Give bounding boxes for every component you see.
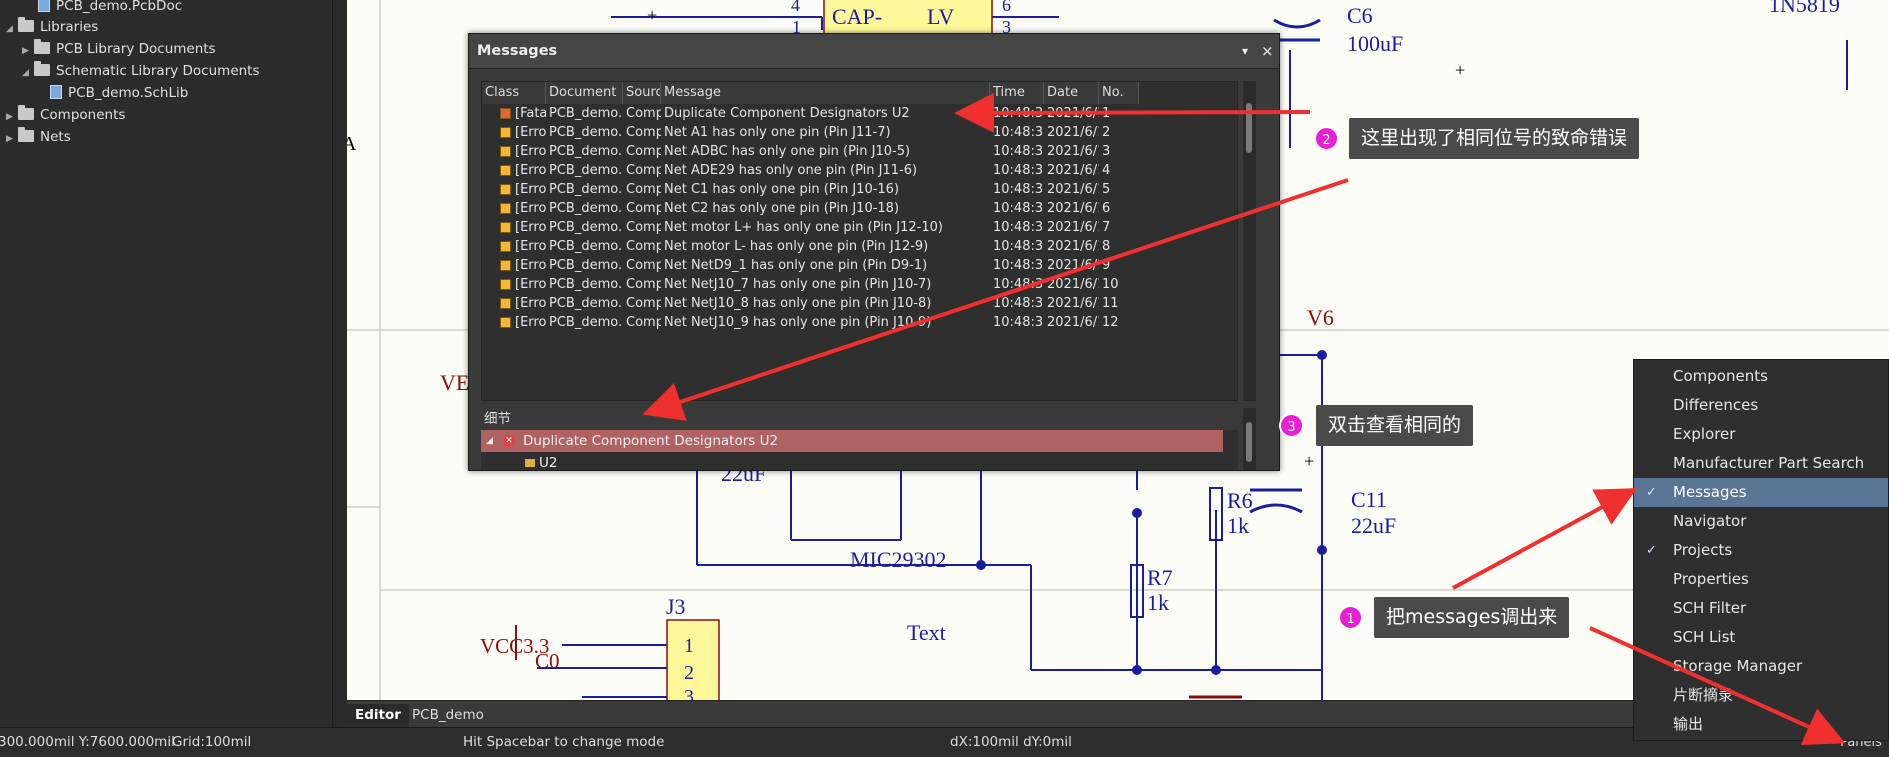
arrow-to-detail-row	[642, 178, 1349, 421]
callout-badge-2: 2	[1314, 126, 1339, 151]
arrow-to-fatal-row	[954, 92, 1311, 133]
annotation-arrows	[642, 92, 1846, 746]
callout-badge-1: 1	[1338, 605, 1363, 630]
callout-badge-3: 3	[1279, 413, 1304, 438]
arrow-to-messages-item	[1452, 488, 1638, 590]
arrow-to-panels-button	[1589, 626, 1846, 746]
callout-text-3: 双击查看相同的	[1316, 405, 1474, 446]
callout-text-2: 这里出现了相同位号的致命错误	[1349, 118, 1640, 159]
callout-text-1: 把messages调出来	[1374, 597, 1570, 638]
